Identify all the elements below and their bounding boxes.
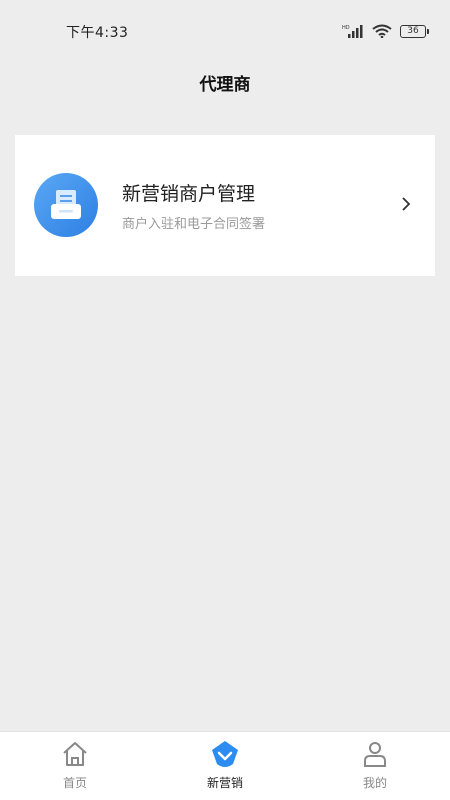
status-icons: HD 36 bbox=[342, 22, 429, 40]
bottom-tabbar: 首页 新营销 我的 bbox=[0, 731, 450, 800]
diamond-check-icon bbox=[212, 741, 238, 767]
status-bar: 下午4:33 HD 36 bbox=[0, 0, 450, 60]
tab-home[interactable]: 首页 bbox=[0, 732, 150, 800]
tab-new-marketing-label: 新营销 bbox=[206, 776, 243, 790]
battery-icon: 36 bbox=[400, 24, 429, 38]
tab-home-label: 首页 bbox=[62, 776, 87, 790]
item-subtitle: 商户入驻和电子合同签署 bbox=[122, 217, 266, 232]
tab-mine-label: 我的 bbox=[362, 776, 387, 790]
tab-new-marketing[interactable]: 新营销 bbox=[150, 732, 300, 800]
tab-mine[interactable]: 我的 bbox=[300, 732, 450, 800]
user-icon bbox=[364, 742, 386, 767]
page-title: 代理商 bbox=[199, 75, 251, 95]
merchant-management-item[interactable]: 新营销商户管理 商户入驻和电子合同签署 bbox=[15, 135, 435, 276]
document-tray-icon bbox=[34, 173, 98, 237]
signal-icon: HD bbox=[342, 25, 363, 38]
battery-level: 36 bbox=[407, 25, 419, 36]
wifi-icon bbox=[372, 24, 392, 38]
status-time: 下午4:33 bbox=[66, 25, 129, 41]
item-title: 新营销商户管理 bbox=[122, 183, 256, 205]
chevron-right-icon bbox=[402, 197, 411, 211]
signal-label: HD bbox=[342, 25, 350, 31]
home-icon bbox=[63, 742, 87, 766]
